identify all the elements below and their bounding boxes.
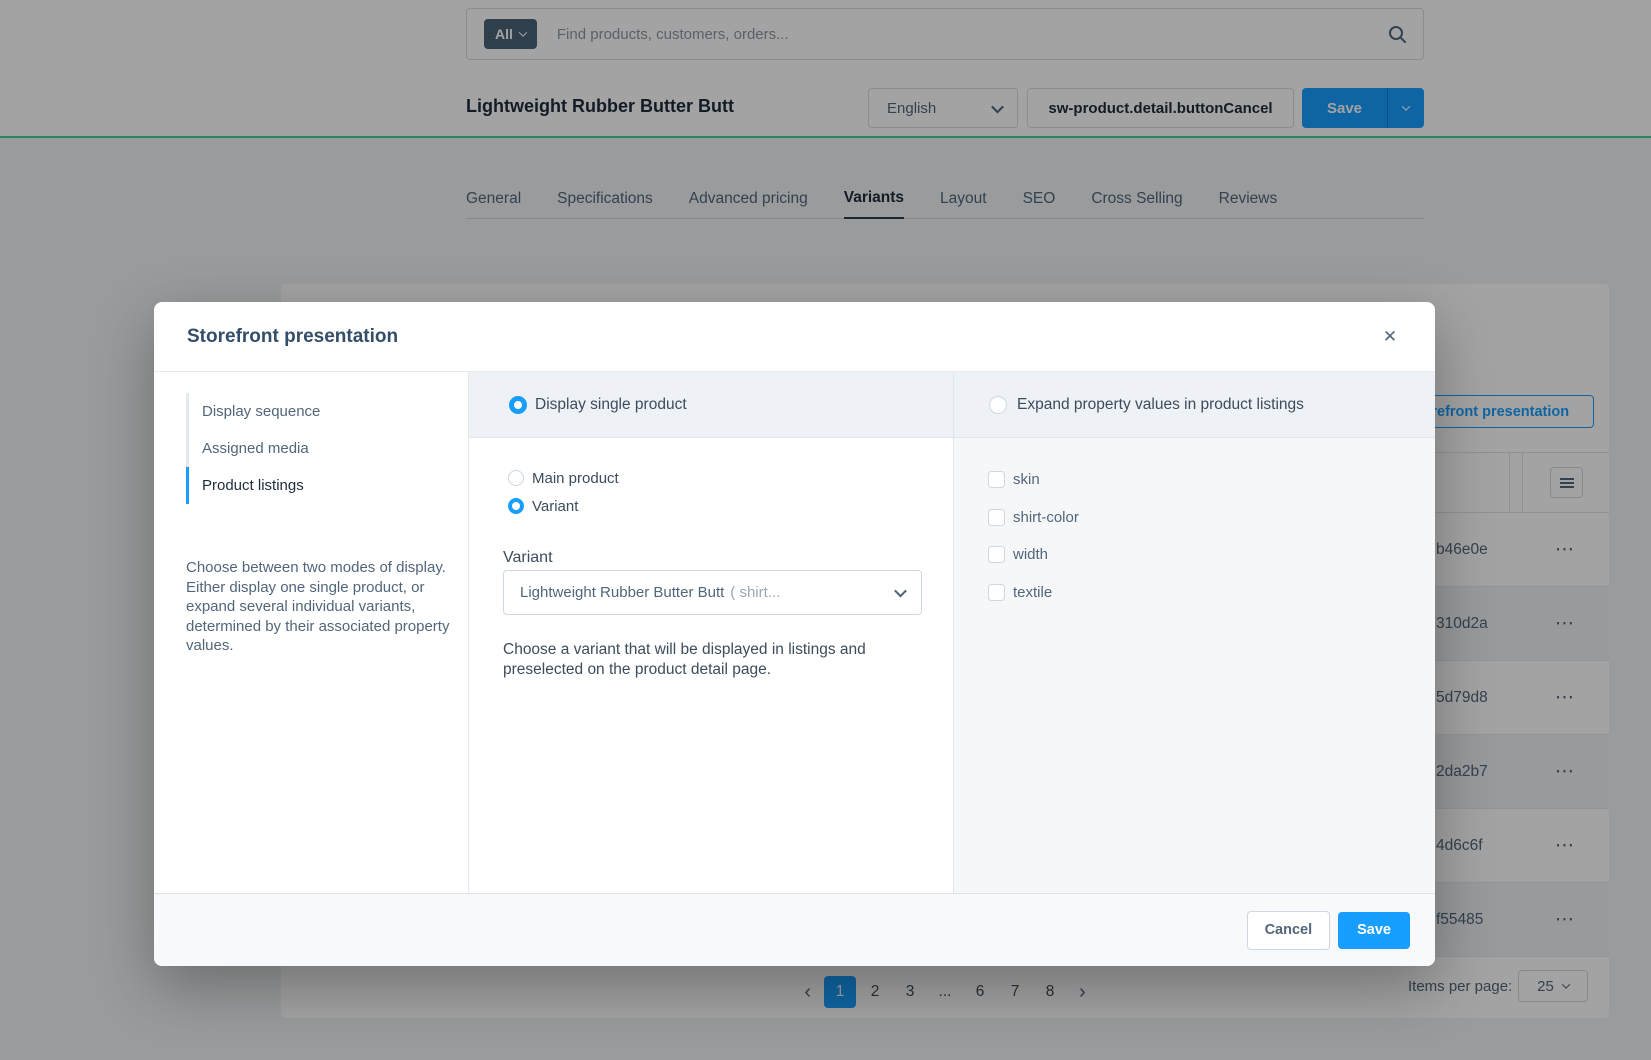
variant-select[interactable]: Lightweight Rubber Butter Butt ( shirt..… — [503, 570, 922, 615]
close-icon[interactable]: ✕ — [1372, 302, 1408, 372]
radio-unselected-icon — [989, 396, 1007, 414]
radio-selected-icon — [508, 498, 524, 514]
modal-sidebar: Display sequenceAssigned mediaProduct li… — [154, 372, 469, 893]
radio-unselected-icon — [508, 470, 524, 486]
storefront-presentation-modal: Storefront presentation ✕ Display sequen… — [154, 302, 1435, 966]
modal-title: Storefront presentation — [187, 326, 398, 348]
checkbox-icon — [988, 471, 1005, 488]
expand-property-values-option[interactable]: Expand property values in product listin… — [954, 372, 1435, 438]
checkbox-icon — [988, 509, 1005, 526]
property-checkbox-shirt-color[interactable]: shirt-color — [954, 499, 1435, 537]
radio-option-variant[interactable]: Variant — [469, 494, 953, 518]
property-checkbox-width[interactable]: width — [954, 536, 1435, 574]
modal-nav-assigned-media[interactable]: Assigned media — [186, 430, 448, 467]
variant-field-label: Variant — [503, 549, 553, 567]
radio-option-main-product[interactable]: Main product — [469, 466, 953, 490]
modal-footer: Cancel Save — [154, 893, 1435, 966]
property-checkbox-skin[interactable]: skin — [954, 461, 1435, 499]
checkbox-icon — [988, 584, 1005, 601]
variant-select-value-hint: ( shirt... — [730, 584, 780, 601]
single-product-column: Display single product Main product Varia… — [469, 372, 953, 893]
checkbox-icon — [988, 546, 1005, 563]
property-checkbox-textile[interactable]: textile — [954, 574, 1435, 612]
modal-body: Display sequenceAssigned mediaProduct li… — [154, 372, 1435, 893]
chevron-down-icon — [894, 585, 907, 598]
property-label: width — [1013, 546, 1048, 563]
modal-header: Storefront presentation ✕ — [154, 302, 1435, 372]
modal-nav-product-listings[interactable]: Product listings — [186, 467, 448, 504]
radio-selected-icon — [509, 396, 527, 414]
property-label: skin — [1013, 471, 1040, 488]
option-label: Main product — [532, 470, 619, 487]
modal-save-button[interactable]: Save — [1338, 912, 1410, 949]
property-label: textile — [1013, 584, 1052, 601]
option-label: Expand property values in product listin… — [1017, 396, 1304, 414]
display-single-product-option[interactable]: Display single product — [469, 372, 953, 438]
option-label: Display single product — [535, 396, 687, 414]
expand-properties-column: Expand property values in product listin… — [953, 372, 1435, 893]
property-label: shirt-color — [1013, 509, 1079, 526]
variant-select-value: Lightweight Rubber Butter Butt — [520, 584, 724, 601]
modal-nav-display-sequence[interactable]: Display sequence — [186, 393, 448, 430]
property-checkbox-list: skin shirt-color width textile — [954, 461, 1435, 611]
variant-help-text: Choose a variant that will be displayed … — [503, 640, 899, 679]
modal-sidebar-nav: Display sequenceAssigned mediaProduct li… — [186, 393, 448, 504]
option-label: Variant — [532, 498, 578, 515]
sidebar-description: Choose between two modes of display. Eit… — [186, 558, 452, 656]
screen: All Lightweight Rubber Butter Butt Engli… — [0, 0, 1651, 1060]
single-mode-options: Main product Variant — [469, 466, 953, 522]
modal-cancel-button[interactable]: Cancel — [1247, 911, 1331, 950]
